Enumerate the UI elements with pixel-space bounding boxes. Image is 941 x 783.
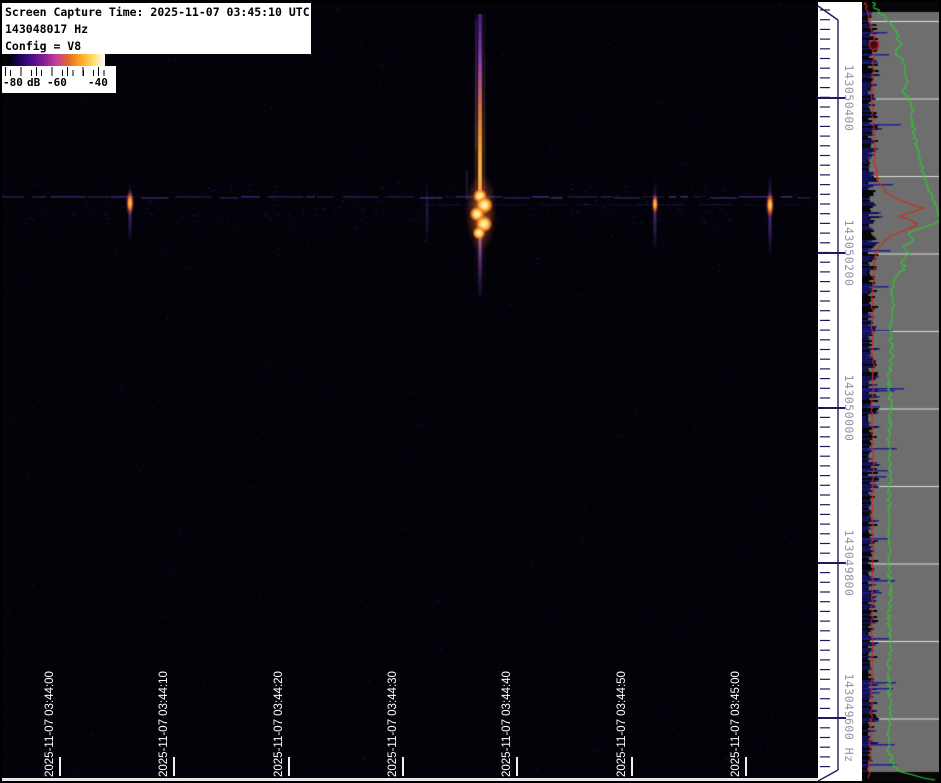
time-tick-label: 2025-11-07 03:44:50: [615, 665, 630, 777]
color-gradient-bar: [8, 54, 105, 66]
color-scale-ruler-ticks: [5, 67, 110, 76]
time-tick-label: 2025-11-07 03:44:00: [43, 665, 58, 777]
scale-label-1: dB: [27, 76, 40, 90]
tuned-frequency-text: 143048017 Hz: [5, 21, 308, 38]
time-tick-mark: [288, 757, 290, 776]
frequency-axis: 143050400 143050200 143050000 143049800 1430…: [818, 2, 862, 781]
time-tick-label: 2025-11-07 03:44:20: [272, 665, 287, 777]
time-tick-mark: [402, 757, 404, 776]
scale-label-3: -40: [88, 76, 108, 90]
scale-label-0: -80: [3, 76, 23, 90]
intensity-color-scale: -80 dB -60 -40: [2, 53, 116, 93]
time-tick-label: 2025-11-07 03:45:00: [729, 665, 744, 777]
time-tick-mark: [59, 757, 61, 776]
frequency-tick-label: 143050400: [842, 65, 856, 132]
waterfall-spectrogram-canvas: [2, 2, 818, 779]
time-tick-mark: [173, 757, 175, 776]
frequency-tick-label: 143049600 Hz: [842, 673, 856, 762]
scale-label-2: -60: [47, 76, 67, 90]
capture-time-text: Screen Capture Time: 2025-11-07 03:45:10…: [5, 4, 308, 21]
frequency-tick-label: 143050200: [842, 220, 856, 287]
live-spectrum-panel-canvas: [862, 2, 939, 781]
time-tick-label: 2025-11-07 03:44:10: [157, 665, 172, 777]
frequency-tick-label: 143049800: [842, 530, 856, 597]
time-tick-mark: [631, 757, 633, 776]
spectrogram-app: Screen Capture Time: 2025-11-07 03:45:10…: [0, 0, 941, 783]
time-tick-label: 2025-11-07 03:44:30: [386, 665, 401, 777]
color-scale-label-box: -80 dB -60 -40: [2, 66, 116, 93]
frequency-tick-label: 143050000: [842, 375, 856, 442]
waterfall-bottom-border: [2, 778, 818, 781]
time-tick-label: 2025-11-07 03:44:40: [500, 665, 515, 777]
time-tick-mark: [516, 757, 518, 776]
time-tick-mark: [745, 757, 747, 776]
capture-info-box: Screen Capture Time: 2025-11-07 03:45:10…: [2, 3, 311, 54]
